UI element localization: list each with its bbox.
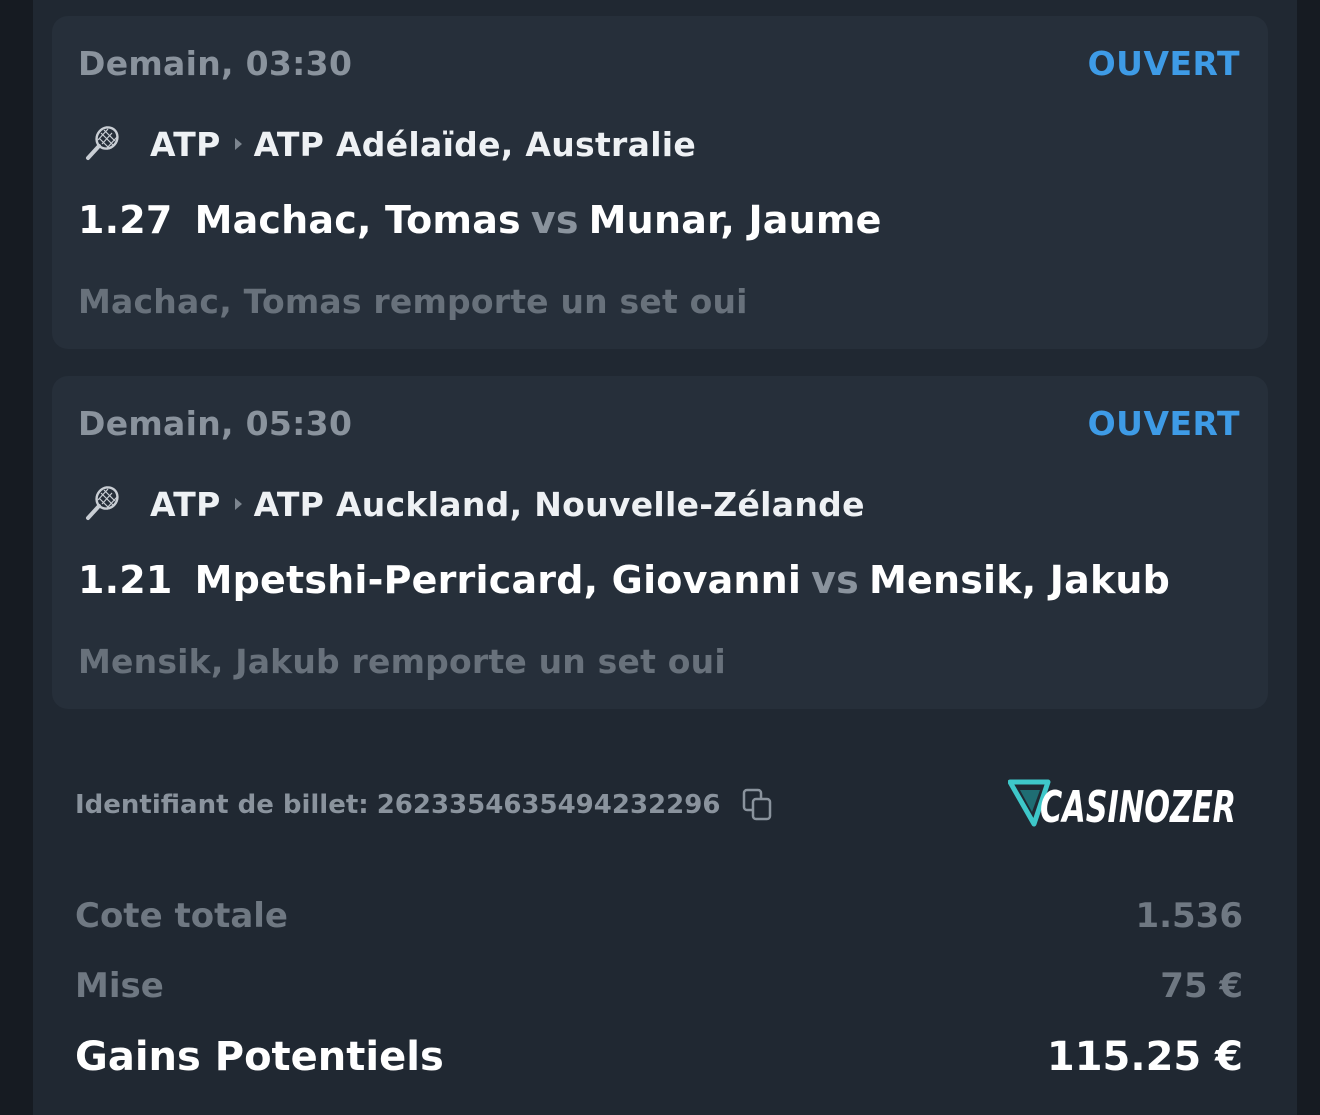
match-datetime: Demain, 05:30 — [78, 404, 353, 443]
match-line: 1.27 Machac, Tomas vs Munar, Jaume — [78, 198, 882, 242]
ticket-id-value: 2623354635494232296 — [376, 790, 721, 820]
breadcrumb: ATP ATP Adélaïde, Australie — [82, 120, 696, 168]
chevron-right-icon — [234, 138, 242, 150]
total-odds-value: 1.536 — [1135, 896, 1243, 936]
player-away: Munar, Jaume — [588, 198, 882, 242]
stake-row: Mise 75 € — [75, 966, 1243, 1006]
bet-status-badge: OUVERT — [1087, 44, 1240, 83]
tournament-name: ATP Auckland, Nouvelle-Zélande — [253, 484, 865, 524]
bet-card[interactable]: Demain, 03:30 OUVERT ATP ATP Adélaïde, A… — [52, 16, 1268, 349]
selection-odds: 1.21 — [78, 558, 173, 602]
stake-label: Mise — [75, 966, 164, 1006]
match-datetime: Demain, 03:30 — [78, 44, 353, 83]
potential-winnings-row: Gains Potentiels 115.25 € — [75, 1034, 1243, 1080]
ticket-id-row: Identifiant de billet: 26233546354942322… — [75, 785, 776, 825]
stake-value: 75 € — [1160, 966, 1243, 1006]
player-away: Mensik, Jakub — [868, 558, 1171, 602]
league-name: ATP — [150, 484, 221, 524]
ticket-id-label: Identifiant de billet: — [75, 790, 369, 820]
bet-selection: Machac, Tomas remporte un set oui — [78, 282, 748, 321]
bet-selection: Mensik, Jakub remporte un set oui — [78, 642, 726, 681]
chevron-right-icon — [234, 498, 242, 510]
versus-label: vs — [811, 558, 859, 602]
league-name: ATP — [150, 124, 221, 164]
brand-name: CASINOZER — [1040, 782, 1236, 832]
bet-card[interactable]: Demain, 05:30 OUVERT ATP ATP Auckland, N… — [52, 376, 1268, 709]
total-odds-label: Cote totale — [75, 896, 288, 936]
tennis-racket-icon — [86, 126, 119, 160]
tennis-racket-icon — [86, 486, 119, 520]
total-odds-row: Cote totale 1.536 — [75, 896, 1243, 936]
casinozer-logo: CASINOZER — [1008, 779, 1236, 832]
player-home: Mpetshi-Perricard, Giovanni — [194, 558, 802, 602]
copy-icon[interactable] — [740, 787, 776, 823]
potential-winnings-label: Gains Potentiels — [75, 1034, 444, 1080]
match-line: 1.21 Mpetshi-Perricard, Giovanni vs Mensik,… — [78, 558, 1170, 602]
selection-odds: 1.27 — [78, 198, 173, 242]
player-home: Machac, Tomas — [194, 198, 521, 242]
breadcrumb: ATP ATP Auckland, Nouvelle-Zélande — [82, 480, 865, 528]
tournament-name: ATP Adélaïde, Australie — [253, 124, 697, 164]
bet-status-badge: OUVERT — [1087, 404, 1240, 443]
versus-label: vs — [530, 198, 579, 242]
potential-winnings-value: 115.25 € — [1046, 1034, 1243, 1080]
